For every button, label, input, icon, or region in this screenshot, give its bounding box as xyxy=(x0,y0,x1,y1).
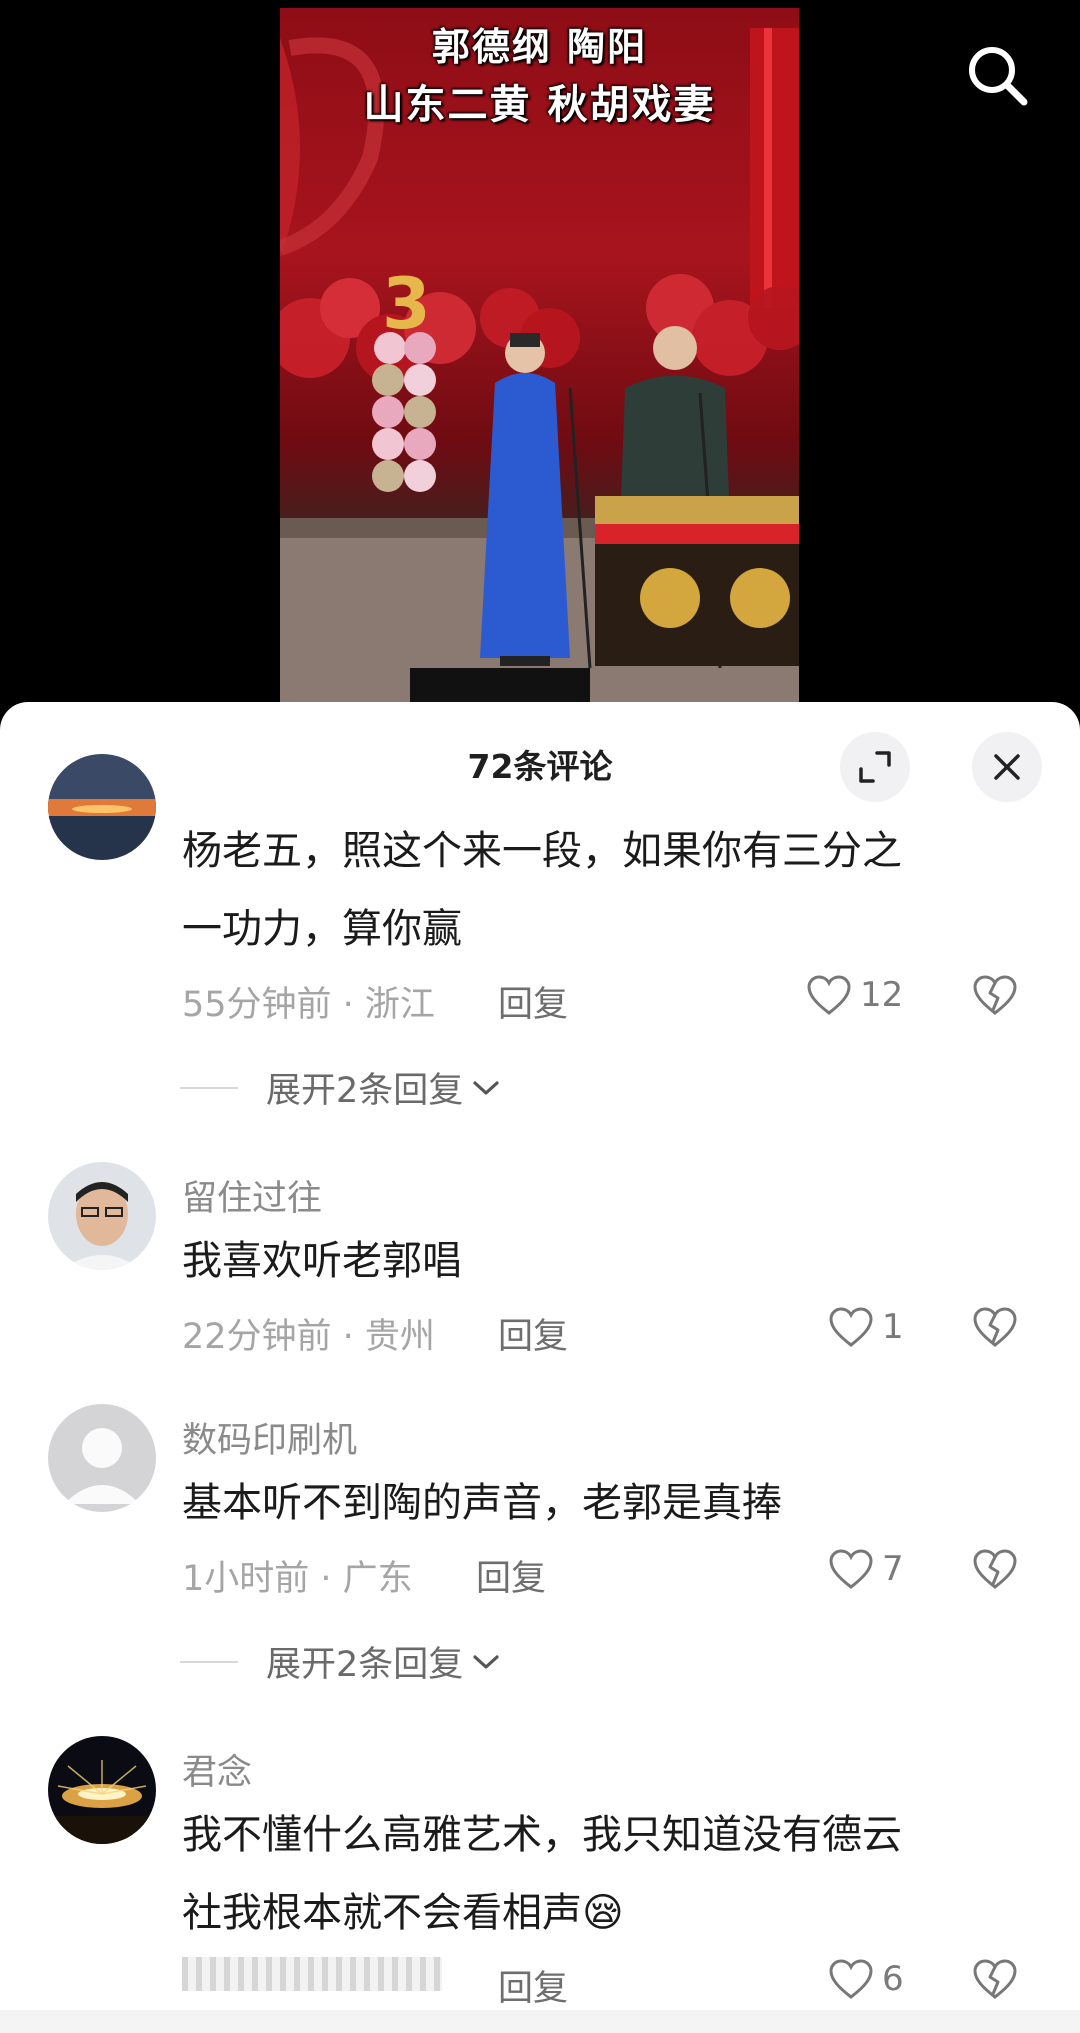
like-count: 1 xyxy=(882,1307,904,1347)
comment-username[interactable]: 数码印刷机 xyxy=(182,1412,357,1463)
avatar[interactable] xyxy=(48,1162,156,1270)
comments-header: 72条评论 xyxy=(0,702,1080,802)
video-player[interactable]: 3 郭德纲 陶阳 山东二黄 秋胡戏妻 xyxy=(0,0,1080,712)
reply-button[interactable]: 回复 xyxy=(498,1308,568,1359)
reply-button[interactable]: 回复 xyxy=(498,1960,568,2011)
like-count: 6 xyxy=(882,1959,904,1999)
broken-heart-icon xyxy=(973,1959,1017,1999)
expand-divider xyxy=(180,1086,238,1089)
like-button[interactable]: 12 xyxy=(806,974,903,1016)
dislike-button[interactable] xyxy=(972,1958,1018,2004)
comment-input-bar[interactable] xyxy=(0,2010,1080,2033)
chevron-down-icon xyxy=(473,1654,499,1669)
like-button[interactable]: 7 xyxy=(828,1548,904,1590)
dislike-button[interactable] xyxy=(972,1306,1018,1352)
broken-heart-icon xyxy=(973,1549,1017,1589)
close-panel-button[interactable] xyxy=(972,732,1042,802)
comment-username[interactable]: 留住过往 xyxy=(182,1170,322,1221)
comment-text: 我不懂什么高雅艺术，我只知道没有德云 社我根本就不会看相声😪 xyxy=(182,1812,902,1936)
expand-replies-button[interactable]: 展开2条回复 xyxy=(180,1062,501,1113)
reply-button[interactable]: 回复 xyxy=(498,976,568,1027)
expand-divider xyxy=(180,1660,238,1663)
chevron-down-icon xyxy=(473,1080,499,1095)
comment-text: 杨老五，照这个来一段，如果你有三分之 一功力，算你赢 xyxy=(182,828,902,952)
video-caption-piece: 山东二黄 秋胡戏妻 xyxy=(363,81,716,128)
search-button[interactable] xyxy=(962,40,1032,110)
reply-button[interactable]: 回复 xyxy=(476,1550,546,1601)
dislike-button[interactable] xyxy=(972,974,1018,1020)
comment-meta: 55分钟前 · 浙江 xyxy=(182,985,435,1025)
dislike-button[interactable] xyxy=(972,1548,1018,1594)
heart-icon xyxy=(807,975,851,1015)
avatar[interactable] xyxy=(48,754,156,860)
comment-text: 我喜欢听老郭唱 xyxy=(182,1238,462,1284)
sleepy-face-emoji: 😪 xyxy=(582,1890,624,1936)
comment-text: 基本听不到陶的声音，老郭是真捧 xyxy=(182,1480,782,1526)
comment-meta: 22分钟前 · 贵州 xyxy=(182,1317,435,1357)
comments-count-title: 72条评论 xyxy=(467,747,613,786)
expand-panel-button[interactable] xyxy=(840,732,910,802)
comment-username[interactable]: 君念 xyxy=(182,1744,252,1795)
comment-meta: 1小时前 · 广东 xyxy=(182,1559,413,1599)
video-caption-performers: 郭德纲 陶阳 xyxy=(431,24,648,69)
close-icon xyxy=(994,754,1020,780)
avatar[interactable] xyxy=(48,1404,156,1512)
expand-replies-button[interactable]: 展开2条回复 xyxy=(180,1636,501,1687)
avatar[interactable] xyxy=(48,1736,156,1844)
expand-icon xyxy=(859,751,891,783)
heart-icon xyxy=(829,1307,873,1347)
heart-icon xyxy=(829,1549,873,1589)
stage-number: 3 xyxy=(382,263,431,345)
broken-heart-icon xyxy=(973,1307,1017,1347)
like-count: 7 xyxy=(882,1549,904,1589)
blurred-meta xyxy=(182,1957,442,1991)
broken-heart-icon xyxy=(973,975,1017,1015)
heart-icon xyxy=(829,1959,873,1999)
search-icon xyxy=(969,47,1028,106)
like-count: 12 xyxy=(860,975,904,1015)
video-frame[interactable]: 3 郭德纲 陶阳 山东二黄 秋胡戏妻 xyxy=(280,8,799,712)
like-button[interactable]: 6 xyxy=(828,1958,904,2000)
like-button[interactable]: 1 xyxy=(828,1306,904,1348)
